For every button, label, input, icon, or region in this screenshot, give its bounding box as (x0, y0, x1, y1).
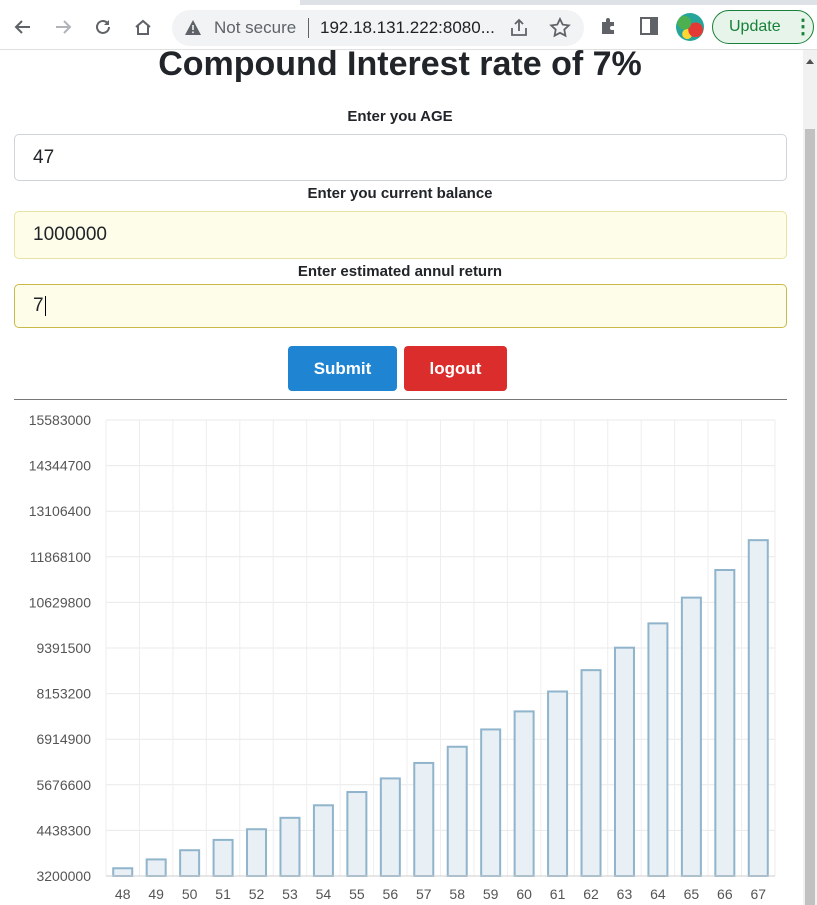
submit-button[interactable]: Submit (288, 346, 397, 391)
x-tick-label: 67 (750, 886, 766, 902)
x-tick-label: 56 (383, 886, 399, 902)
bar (112, 867, 134, 877)
bar (446, 745, 468, 878)
x-tick-label: 49 (148, 886, 164, 902)
bar (513, 710, 535, 877)
forward-arrow-icon[interactable] (50, 14, 76, 40)
page-content: Compound Interest rate of 7% Enter you A… (0, 50, 803, 905)
bar (714, 568, 736, 878)
tab-strip (0, 0, 817, 5)
back-arrow-icon[interactable] (10, 14, 36, 40)
return-label: Enter estimated annul return (297, 263, 503, 280)
x-tick-label: 50 (182, 886, 198, 902)
balance-label: Enter you current balance (307, 185, 493, 202)
x-tick-label: 52 (249, 886, 265, 902)
bar (680, 596, 702, 877)
bar (246, 828, 268, 878)
address-separator (308, 18, 309, 38)
x-tick-label: 62 (583, 886, 599, 902)
x-tick-label: 65 (684, 886, 700, 902)
page-title: Compound Interest rate of 7% (158, 50, 642, 83)
bar (179, 849, 201, 877)
y-tick-label: 13106400 (29, 503, 92, 519)
page-scrollbar[interactable] (803, 50, 817, 905)
y-tick-label: 4438300 (36, 822, 91, 838)
y-tick-label: 9391500 (36, 640, 91, 656)
url-text[interactable]: 192.18.131.222:8080... (320, 18, 495, 38)
bar (547, 690, 569, 877)
age-input[interactable]: 47 (14, 134, 787, 181)
divider (14, 399, 787, 400)
not-secure-label: Not secure (214, 18, 297, 37)
y-tick-label: 15583000 (29, 412, 92, 428)
warning-icon[interactable] (184, 19, 202, 37)
bar (145, 858, 167, 877)
bar (647, 622, 669, 877)
y-tick-label: 14344700 (29, 458, 92, 474)
bar (346, 791, 368, 877)
bar-chart-svg: 3200000 4438300 5676600 6914900 8153200 93915… (29, 412, 776, 902)
update-label: Update (729, 18, 781, 35)
bar (212, 838, 234, 877)
scrollbar-thumb[interactable] (805, 129, 815, 905)
address-bar[interactable]: Not secure 192.18.131.222:8080... (172, 10, 584, 46)
update-button[interactable]: Update ⋮ (712, 10, 814, 44)
x-tick-label: 55 (349, 886, 365, 902)
balance-input[interactable]: 1000000 (14, 211, 787, 259)
x-tick-label: 57 (416, 886, 432, 902)
share-icon[interactable] (508, 17, 530, 39)
return-input[interactable]: 7 (14, 284, 787, 328)
scroll-up-arrow-icon[interactable] (806, 59, 814, 64)
x-tick-label: 51 (215, 886, 231, 902)
bar (279, 816, 301, 878)
y-tick-label: 3200000 (36, 868, 91, 884)
x-tick-label: 54 (316, 886, 332, 902)
home-icon[interactable] (130, 14, 156, 40)
bar (379, 777, 401, 878)
x-tick-label: 64 (650, 886, 666, 902)
balance-value: 1000000 (33, 224, 107, 245)
extensions-puzzle-icon[interactable] (597, 14, 621, 38)
y-tick-label: 11868100 (30, 549, 91, 565)
x-tick-label: 61 (550, 886, 566, 902)
x-tick-label: 58 (449, 886, 465, 902)
text-caret (44, 296, 46, 316)
bar (413, 761, 435, 878)
return-value: 7 (33, 295, 44, 316)
x-tick-label: 48 (115, 886, 131, 902)
bar (580, 669, 602, 878)
logout-button[interactable]: logout (404, 346, 507, 391)
bar (747, 539, 769, 877)
active-tab[interactable] (0, 0, 300, 5)
x-tick-label: 59 (483, 886, 499, 902)
more-vert-icon[interactable]: ⋮ (793, 14, 813, 39)
age-value: 47 (33, 146, 55, 168)
interest-chart: 3200000 4438300 5676600 6914900 8153200 93915… (0, 405, 803, 905)
bookmark-star-icon[interactable] (548, 16, 572, 40)
y-tick-label: 8153200 (36, 686, 91, 702)
profile-avatar[interactable] (676, 13, 704, 41)
bar (312, 804, 334, 878)
x-tick-label: 63 (617, 886, 633, 902)
age-label: Enter you AGE (347, 108, 453, 125)
side-panel-icon[interactable] (638, 15, 660, 37)
browser-toolbar: Not secure 192.18.131.222:8080... Update… (0, 0, 817, 50)
y-tick-label: 10629800 (29, 594, 92, 610)
bar (480, 728, 502, 877)
reload-icon[interactable] (90, 14, 116, 40)
bar (613, 646, 635, 877)
y-tick-label: 6914900 (36, 731, 91, 747)
x-tick-label: 60 (516, 886, 532, 902)
x-tick-label: 66 (717, 886, 733, 902)
y-tick-label: 5676600 (36, 777, 91, 793)
x-tick-label: 53 (282, 886, 298, 902)
